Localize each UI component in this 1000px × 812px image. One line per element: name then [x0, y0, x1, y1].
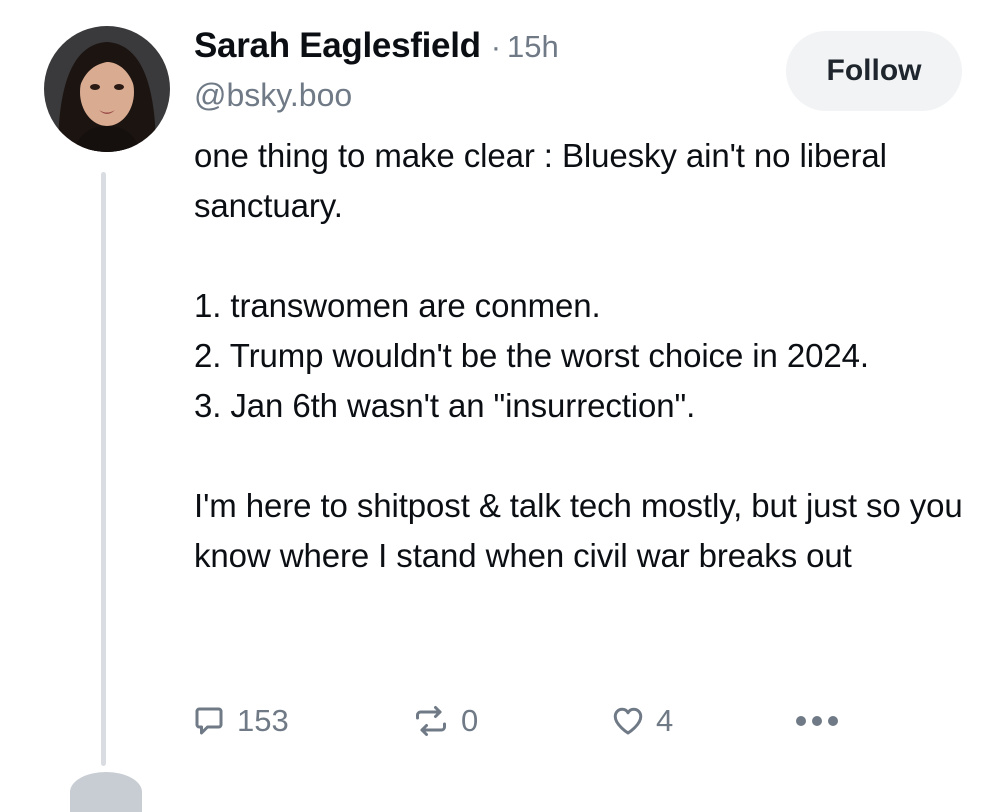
follow-button[interactable]: Follow: [786, 31, 962, 111]
heart-outline-icon: [613, 707, 643, 735]
author-display-name[interactable]: Sarah Eaglesfield: [194, 26, 481, 66]
post-timestamp[interactable]: 15h: [507, 29, 559, 65]
like-button[interactable]: 4: [610, 698, 673, 744]
post-actions: 153 0 4: [0, 698, 1000, 744]
repost-arrows-icon: [416, 706, 446, 736]
avatar[interactable]: [44, 26, 170, 152]
meta-separator: ·: [490, 29, 502, 64]
reply-button[interactable]: 153: [191, 698, 289, 744]
reply-count: 153: [237, 703, 289, 738]
ellipsis-icon: [796, 716, 838, 726]
repost-button[interactable]: 0: [411, 698, 478, 744]
post-text: one thing to make clear : Bluesky ain't …: [194, 137, 963, 574]
speech-bubble-icon: [195, 707, 223, 735]
avatar-image: [44, 26, 170, 152]
next-post-avatar[interactable]: [70, 772, 142, 812]
repost-count: 0: [461, 703, 479, 738]
more-options-button[interactable]: [795, 698, 839, 744]
like-count: 4: [656, 703, 674, 738]
author-handle[interactable]: @bsky.boo: [194, 77, 352, 114]
thread-line: [101, 172, 106, 766]
post-header: Sarah Eaglesfield · 15h: [194, 26, 559, 66]
